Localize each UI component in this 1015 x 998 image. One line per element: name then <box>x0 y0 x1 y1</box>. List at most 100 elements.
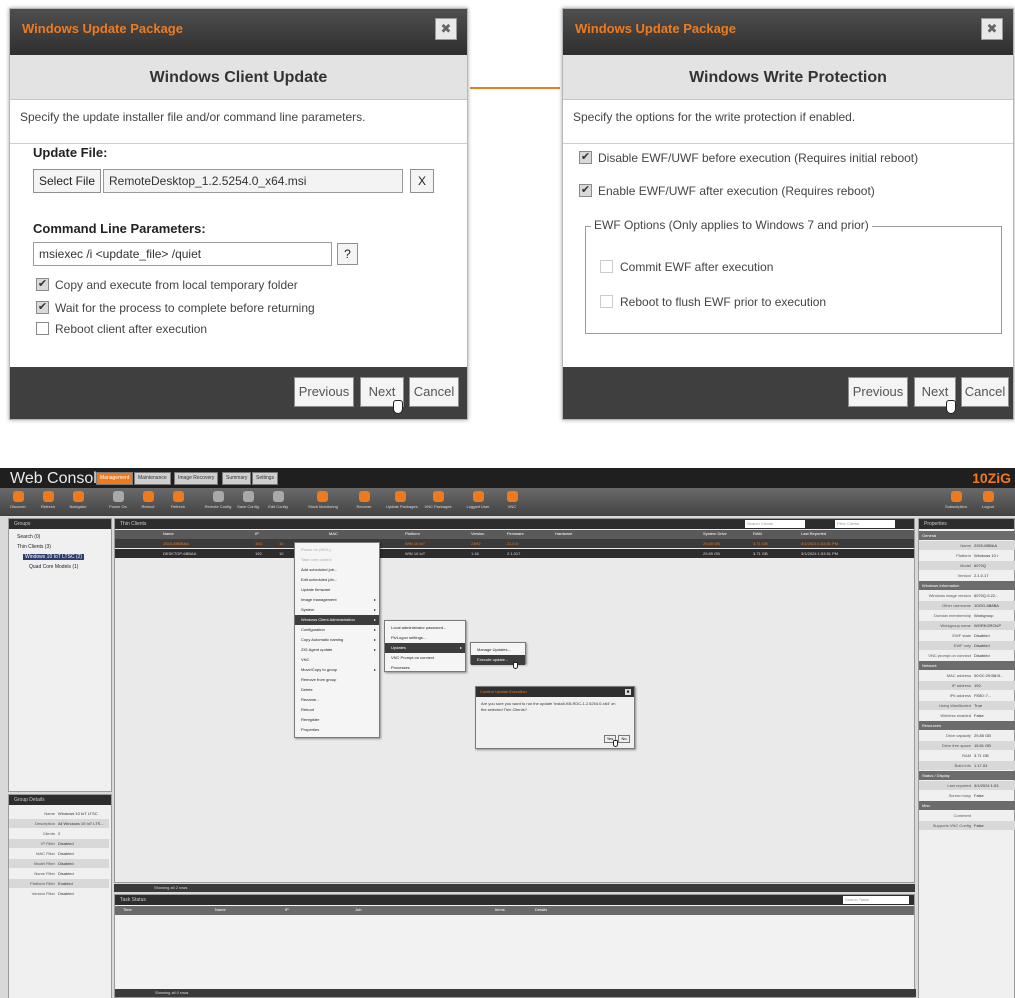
property-key: EWF state <box>952 633 971 638</box>
previous-button[interactable]: Previous <box>294 377 354 407</box>
checkbox-disable-ewf[interactable]: ✔ <box>579 151 592 164</box>
tree-item-search[interactable]: Search (0) <box>17 534 40 540</box>
search-clients-input[interactable]: Search Clients <box>745 520 805 528</box>
cancel-button[interactable]: Cancel <box>409 377 459 407</box>
console-topbar: Web Console Management Maintenance Image… <box>0 468 1015 488</box>
menu-item[interactable]: Update firmware <box>295 585 379 595</box>
tree-item-thin-clients[interactable]: Thin Clients (3) <box>17 544 51 550</box>
filter-clients-input[interactable]: Filter Clients <box>835 520 895 528</box>
property-value: 3/1/2024 1:53 <box>974 783 999 788</box>
toolbar-reboot-button[interactable]: Reboot <box>134 491 162 513</box>
menu-item[interactable]: Image management ▸ <box>295 595 379 605</box>
tab-management[interactable]: Management <box>96 472 134 485</box>
update-file-label: Update File: <box>33 145 108 160</box>
refresh-icon <box>172 491 184 502</box>
toolbar-refresh-button[interactable]: Refresh <box>34 491 62 513</box>
close-icon[interactable]: ✖ <box>981 18 1003 40</box>
clients-row-count: Showing all 2 rows <box>154 885 188 890</box>
menu-item[interactable]: Updates ▸ <box>385 643 465 653</box>
menu-item[interactable]: Take over control <box>295 555 379 565</box>
property-key: Drive capacity <box>945 733 971 738</box>
toolbar-stock-monitoring-button[interactable]: Stock Monitoring <box>308 491 338 513</box>
detail-key: Clients <box>42 831 55 836</box>
clear-file-button[interactable]: X <box>410 169 434 193</box>
menu-item[interactable]: Rename... <box>295 695 379 705</box>
toolbar-update-packages-button[interactable]: Update Packages <box>386 491 418 513</box>
checkbox-commit-ewf[interactable] <box>600 260 613 273</box>
menu-item[interactable]: Manage Updates... <box>471 645 525 655</box>
close-icon[interactable]: ✖ <box>435 18 457 40</box>
menu-item[interactable]: Ps/Logon settings... <box>385 633 465 643</box>
tab-image-recovery[interactable]: Image Recovery <box>174 472 219 485</box>
toolbar-subscription-button[interactable]: Subscription <box>942 491 970 513</box>
toolbar-vnc-packages-button[interactable]: VNC Packages <box>424 491 452 513</box>
help-button[interactable]: ? <box>337 243 358 265</box>
tab-summary[interactable]: Summary <box>222 472 252 485</box>
tree-item-quad-core[interactable]: Quad Core Models (1) <box>29 564 78 570</box>
confirm-no-button[interactable]: No <box>618 735 630 743</box>
menu-item[interactable]: Remove from group <box>295 675 379 685</box>
toolbar-recover-button[interactable]: Recover <box>350 491 378 513</box>
checkbox-enable-ewf[interactable]: ✔ <box>579 184 592 197</box>
groups-title: Groups <box>9 519 111 529</box>
search-tasks-input[interactable]: Search Tasks <box>843 896 909 904</box>
table-row[interactable]: ZIG5-6BBBAA 192. 10 WIN 10 IoT 23H2 21.0… <box>115 539 914 548</box>
tab-settings[interactable]: Settings <box>252 472 279 485</box>
menu-item[interactable]: Add scheduled job... <box>295 565 379 575</box>
edit-icon <box>272 491 284 502</box>
toolbar-save-config-button[interactable]: Save Config <box>234 491 262 513</box>
checkbox-wait-process[interactable]: ✔ <box>36 301 49 314</box>
checkbox-reboot-client[interactable] <box>36 322 49 335</box>
close-icon[interactable]: ✖ <box>625 689 631 695</box>
property-value: 15.81 GB <box>974 743 991 748</box>
toolbar-logged-user-button[interactable]: Logged User <box>464 491 492 513</box>
detail-key: Platform Filter <box>30 881 55 886</box>
menu-item[interactable]: Reboot <box>295 705 379 715</box>
clients-status-bar: Showing all 2 rows <box>114 884 915 892</box>
tab-maintenance[interactable]: Maintenance <box>134 472 171 485</box>
previous-button[interactable]: Previous <box>848 377 908 407</box>
property-value: 192. <box>974 683 982 688</box>
property-section: Misc <box>919 801 1015 810</box>
toolbar-edit-config-button[interactable]: Edit Config <box>264 491 292 513</box>
package-icon <box>394 491 406 502</box>
toolbar-power-on-button[interactable]: Power On <box>104 491 132 513</box>
toolbar-discover-button[interactable]: Discover <box>4 491 32 513</box>
select-file-button[interactable]: Select File <box>33 169 101 193</box>
toolbar-navigator-button[interactable]: Navigator <box>64 491 92 513</box>
cancel-button[interactable]: Cancel <box>961 377 1009 407</box>
menu-item[interactable]: ZIG Agent update ▸ <box>295 645 379 655</box>
toolbar-refresh2-button[interactable]: Refresh <box>164 491 192 513</box>
toolbar-remote-config-button[interactable]: Remote Config <box>204 491 232 513</box>
table-row[interactable]: DESKTOP-6BBAA 192. 10 WIN 10 IoT 1.16 2.… <box>115 549 914 558</box>
detail-row: Version Filter Disabled <box>9 889 109 898</box>
checkbox-reboot-flush-ewf[interactable] <box>600 295 613 308</box>
menu-item[interactable]: Reregister <box>295 715 379 725</box>
detail-row: MAC Filter Disabled <box>9 849 109 858</box>
menu-item[interactable]: System ▸ <box>295 605 379 615</box>
toolbar-vnc-button[interactable]: VNC <box>498 491 526 513</box>
cmd-params-field[interactable]: msiexec /i <update_file> /quiet <box>33 242 332 266</box>
tree-item-windows10[interactable]: Windows 10 IoT LTSC (2) <box>23 554 85 560</box>
property-value: False <box>974 823 984 828</box>
menu-item[interactable]: Move/Copy to group ▸ <box>295 665 379 675</box>
menu-item[interactable]: Windows Client Administration ▸ <box>295 615 379 625</box>
menu-item[interactable]: Power on (WOL) <box>295 545 379 555</box>
menu-item[interactable]: Configuration ▸ <box>295 625 379 635</box>
menu-item[interactable]: Copy Automatic naming ▸ <box>295 635 379 645</box>
menu-item[interactable]: Delete <box>295 685 379 695</box>
update-file-field[interactable]: RemoteDesktop_1.2.5254.0_x64.msi <box>103 169 403 193</box>
menu-item[interactable]: Local administrator password... <box>385 623 465 633</box>
property-key: Version <box>957 573 971 578</box>
property-value: 6070Q <box>974 563 987 568</box>
menu-item[interactable]: Edit scheduled job... <box>295 575 379 585</box>
checkbox-copy-execute[interactable]: ✔ <box>36 278 49 291</box>
property-row: Workgroup name WORKGROUP <box>919 621 1015 630</box>
detail-key: IP Filter <box>41 841 55 846</box>
menu-item[interactable]: VNC Prompt on connect <box>385 653 465 663</box>
menu-item[interactable]: VNC <box>295 655 379 665</box>
toolbar-logout-button[interactable]: Logout <box>974 491 1002 513</box>
menu-item[interactable]: Properties <box>295 725 379 735</box>
menu-item[interactable]: Processes <box>385 663 465 673</box>
property-key: Comment <box>953 813 971 818</box>
